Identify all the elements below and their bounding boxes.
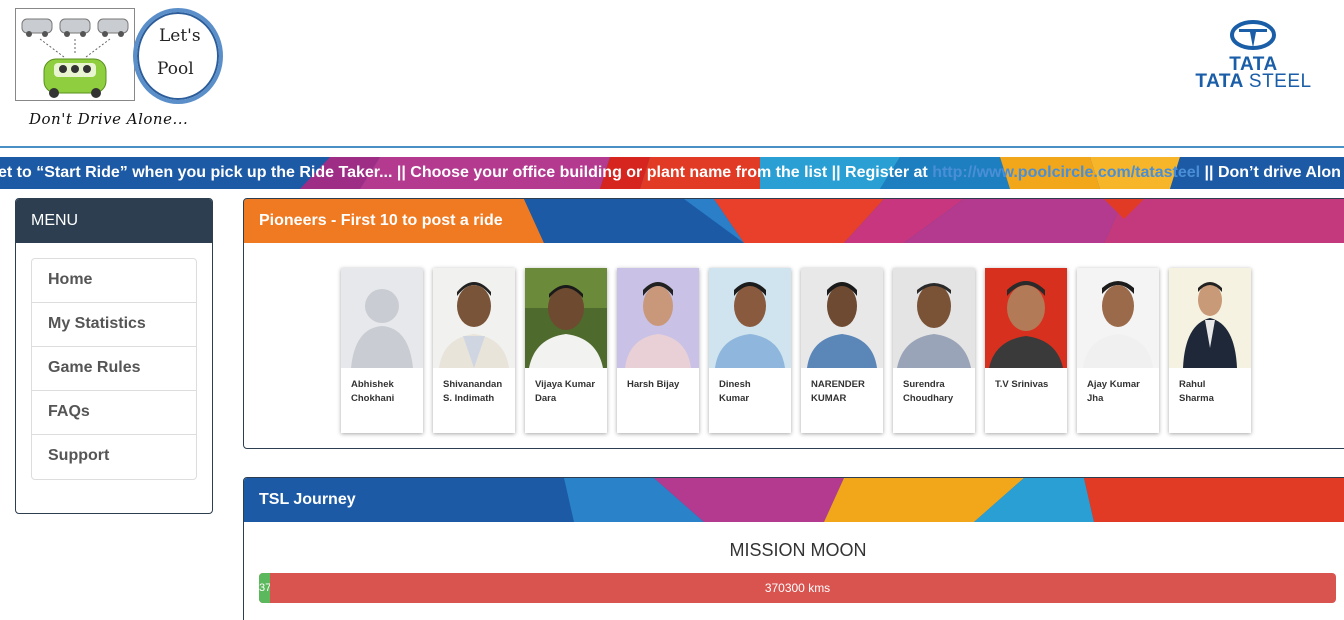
pioneer-card[interactable]: NARENDER KUMAR	[801, 268, 883, 433]
pioneer-name-line2: Choudhary	[903, 393, 954, 404]
pioneers-panel-header: Pioneers - First 10 to post a ride	[244, 199, 1344, 243]
tata-steel-wordmark: TATA TATA STEEL	[1186, 55, 1321, 92]
pioneer-card[interactable]: Abhishek Chokhani	[341, 268, 423, 433]
progress-remaining-label: 370300 kms	[764, 581, 831, 595]
ticker-text-start: et to “Start Ride” when you pick up the …	[0, 164, 933, 181]
pioneer-name-line1: Dinesh	[719, 379, 751, 390]
tagline: Don't Drive Alone...	[29, 110, 189, 128]
site-header: Let's Pool Don't Drive Alone... TATA TAT…	[0, 0, 1344, 148]
pioneer-card[interactable]: Rahul Sharma	[1169, 268, 1251, 433]
carpool-illustration	[15, 8, 135, 101]
logo-text-pool: Pool	[157, 59, 194, 79]
journey-progress-bar: 37 370300 kms	[259, 573, 1336, 603]
pioneer-card[interactable]: Harsh Bijay	[617, 268, 699, 433]
profile-photo	[1169, 268, 1251, 368]
menu-item-support[interactable]: Support	[32, 435, 196, 479]
pioneer-name-line2: Chokhani	[351, 393, 395, 404]
ticker-message: et to “Start Ride” when you pick up the …	[0, 164, 1341, 182]
profile-photo	[801, 268, 883, 368]
pioneer-name-line2: Jha	[1087, 393, 1104, 404]
pioneer-card[interactable]: Surendra Choudhary	[893, 268, 975, 433]
pioneer-name-line1: Shivanandan	[443, 379, 503, 390]
profile-photo	[617, 268, 699, 368]
profile-photo	[433, 268, 515, 368]
pioneers-title: Pioneers - First 10 to post a ride	[259, 212, 503, 229]
pioneer-card[interactable]: T.V Srinivas	[985, 268, 1067, 433]
journey-panel: TSL Journey MISSION MOON 37 370300 kms	[243, 477, 1344, 620]
sidebar-menu: MENU Home My Statistics Game Rules FAQs …	[15, 198, 213, 514]
menu-item-home[interactable]: Home	[32, 259, 196, 303]
pioneer-card[interactable]: Dinesh Kumar	[709, 268, 791, 433]
pioneer-name-line1: NARENDER	[811, 379, 865, 390]
mission-title: MISSION MOON	[729, 540, 867, 560]
pioneer-name-line1: Surendra	[903, 379, 945, 390]
pioneer-name-line1: Vijaya Kumar	[535, 379, 596, 390]
news-ticker: et to “Start Ride” when you pick up the …	[0, 157, 1344, 189]
panel-header-background	[244, 478, 1344, 522]
pioneers-panel: Pioneers - First 10 to post a ride Abhis…	[243, 198, 1344, 449]
ticker-text-end: || Don’t drive Alon	[1200, 164, 1341, 181]
profile-photo	[985, 268, 1067, 368]
profile-photo	[525, 268, 607, 368]
menu-title: MENU	[16, 199, 212, 243]
brand-steel: STEEL	[1248, 71, 1312, 92]
profile-photo	[709, 268, 791, 368]
pioneer-card[interactable]: Ajay Kumar Jha	[1077, 268, 1159, 433]
logo-text-lets: Let's	[159, 26, 201, 46]
pioneer-name-line1: Rahul	[1179, 379, 1206, 390]
profile-photo	[1077, 268, 1159, 368]
pioneer-card[interactable]: Shivanandan S. Indimath	[433, 268, 515, 433]
tata-emblem-icon	[1230, 20, 1276, 50]
menu-item-my-statistics[interactable]: My Statistics	[32, 303, 196, 347]
profile-photo	[341, 268, 423, 368]
page: Let's Pool Don't Drive Alone... TATA TAT…	[0, 0, 1344, 620]
pioneer-name-line2: S. Indimath	[443, 393, 495, 404]
pioneer-name-line1: T.V Srinivas	[995, 379, 1049, 390]
pioneer-card[interactable]: Vijaya Kumar Dara	[525, 268, 607, 433]
menu-item-game-rules[interactable]: Game Rules	[32, 347, 196, 391]
journey-panel-header: TSL Journey	[244, 478, 1344, 522]
profile-photo	[893, 268, 975, 368]
menu-item-faqs[interactable]: FAQs	[32, 391, 196, 435]
pioneer-name-line1: Harsh Bijay	[627, 379, 680, 390]
menu-list: Home My Statistics Game Rules FAQs Suppo…	[31, 258, 197, 480]
pioneer-name-line1: Ajay Kumar	[1087, 379, 1140, 390]
pioneer-name-line2: Dara	[535, 393, 557, 404]
journey-title: TSL Journey	[259, 491, 356, 508]
tata-steel-logo[interactable]: TATA TATA STEEL	[1186, 20, 1321, 100]
brand-tata-2: TATA	[1195, 71, 1244, 92]
pioneer-name-line2: KUMAR	[811, 393, 847, 404]
letspool-badge: Let's Pool	[133, 8, 223, 104]
pioneer-name-line2: Kumar	[719, 393, 750, 404]
pioneer-name-line2: Sharma	[1179, 393, 1214, 404]
pioneer-name-line1: Abhishek	[351, 379, 394, 390]
register-link[interactable]: http://www.poolcircle.com/tatasteel	[932, 164, 1200, 181]
letspool-logo[interactable]: Let's Pool Don't Drive Alone...	[15, 8, 223, 133]
